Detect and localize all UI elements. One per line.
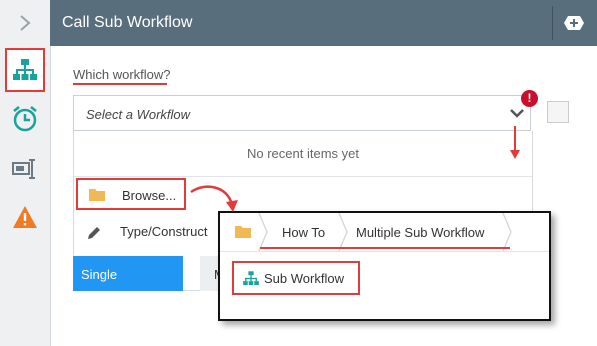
rail-timer-button[interactable] — [6, 100, 44, 138]
type-construct-label: Type/Construct — [120, 224, 208, 239]
folder-icon[interactable] — [234, 224, 252, 239]
workflow-select-placeholder: Select a Workflow — [86, 107, 191, 122]
pencil-icon — [88, 227, 100, 239]
workflow-icon — [243, 271, 259, 286]
tab-single-label: Single — [81, 267, 118, 282]
list-item-sub-workflow[interactable]: Sub Workflow — [232, 261, 360, 295]
plus-icon[interactable] — [563, 15, 585, 31]
panel-title: Call Sub Workflow — [62, 14, 193, 31]
browse-panel: How To Multiple Sub Workflow Sub Workflo… — [218, 211, 551, 321]
breadcrumb-separator-icon — [502, 213, 512, 251]
error-badge: ! — [521, 90, 538, 107]
workflow-icon — [13, 59, 37, 80]
workflow-select[interactable]: Select a Workflow — [73, 95, 531, 131]
left-rail — [0, 0, 51, 346]
annotation-underline — [73, 83, 167, 85]
tab-single[interactable]: Single — [73, 256, 183, 291]
warning-icon — [13, 206, 37, 228]
which-workflow-label: Which workflow? — [73, 67, 171, 82]
no-recent-message: No recent items yet — [74, 131, 532, 177]
browse-option[interactable]: Browse... — [76, 178, 186, 210]
type-construct-option[interactable]: Type/Construct — [74, 218, 234, 248]
header-divider — [552, 6, 553, 40]
edit-expression-button[interactable] — [547, 101, 569, 123]
rail-warning-button[interactable] — [6, 198, 44, 236]
sub-workflow-label: Sub Workflow — [264, 271, 344, 286]
panel-header: Call Sub Workflow — [50, 0, 597, 46]
form-field-icon — [12, 159, 35, 179]
breadcrumb: How To Multiple Sub Workflow — [220, 213, 549, 252]
folder-icon — [89, 189, 105, 201]
alarm-clock-icon — [13, 106, 37, 132]
chevron-right-icon — [20, 15, 31, 31]
breadcrumb-separator-icon — [338, 213, 348, 251]
rail-workflow-button[interactable] — [5, 48, 45, 92]
tab-multiple[interactable]: M — [200, 256, 225, 291]
chevron-down-icon[interactable] — [510, 108, 524, 118]
breadcrumb-separator-icon — [258, 213, 268, 251]
breadcrumb-item-multiple-sub-workflow[interactable]: Multiple Sub Workflow — [356, 225, 484, 240]
annotation-underline — [260, 247, 510, 249]
rail-form-button[interactable] — [6, 150, 44, 188]
breadcrumb-item-how-to[interactable]: How To — [282, 225, 325, 240]
browse-label: Browse... — [122, 188, 177, 203]
collapse-button[interactable] — [0, 0, 50, 46]
